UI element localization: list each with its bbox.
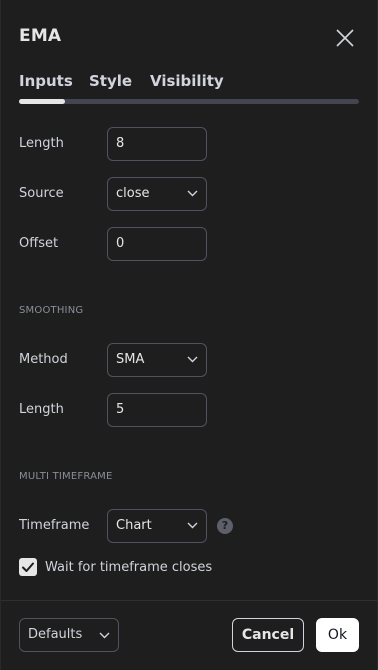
source-select[interactable]: close [107, 177, 207, 211]
timeframe-value: Chart [116, 518, 152, 533]
chevron-down-icon [99, 632, 110, 639]
cancel-button[interactable]: Cancel [232, 618, 304, 652]
smoothing-length-label: Length [19, 402, 64, 417]
chevron-down-icon [187, 522, 198, 529]
timeframe-select[interactable]: Chart [107, 509, 207, 543]
timeframe-label: Timeframe [19, 518, 90, 533]
offset-label: Offset [19, 236, 59, 251]
defaults-dropdown[interactable]: Defaults [19, 618, 119, 652]
chevron-down-icon [187, 190, 198, 197]
ema-settings-dialog: EMA Inputs Style Visibility Length 8 Sou… [0, 0, 378, 670]
tab-bar: Inputs Style Visibility [19, 72, 359, 106]
defaults-label: Defaults [28, 627, 83, 642]
smoothing-section-title: SMOOTHING [19, 305, 84, 316]
check-icon [22, 562, 34, 572]
active-tab-indicator [19, 99, 65, 104]
length-input[interactable]: 8 [107, 127, 207, 161]
wait-timeframe-closes-checkbox[interactable] [19, 558, 37, 576]
wait-timeframe-closes-label[interactable]: Wait for timeframe closes [45, 560, 212, 575]
smoothing-length-input[interactable]: 5 [107, 393, 207, 427]
source-label: Source [19, 186, 64, 201]
offset-input[interactable]: 0 [107, 227, 207, 261]
chevron-down-icon [187, 356, 198, 363]
tab-visibility[interactable]: Visibility [150, 72, 224, 90]
tab-track [19, 99, 359, 104]
footer-divider [1, 600, 377, 601]
source-value: close [116, 186, 150, 201]
length-label: Length [19, 136, 64, 151]
dialog-title: EMA [19, 26, 62, 46]
tab-style[interactable]: Style [89, 72, 132, 90]
method-select[interactable]: SMA [107, 343, 207, 377]
question-icon[interactable]: ? [217, 518, 233, 534]
close-icon[interactable] [334, 27, 356, 49]
tab-inputs[interactable]: Inputs [19, 72, 73, 90]
method-value: SMA [116, 352, 145, 367]
ok-button[interactable]: Ok [316, 618, 359, 652]
method-label: Method [19, 352, 68, 367]
multi-timeframe-section-title: MULTI TIMEFRAME [19, 471, 113, 482]
